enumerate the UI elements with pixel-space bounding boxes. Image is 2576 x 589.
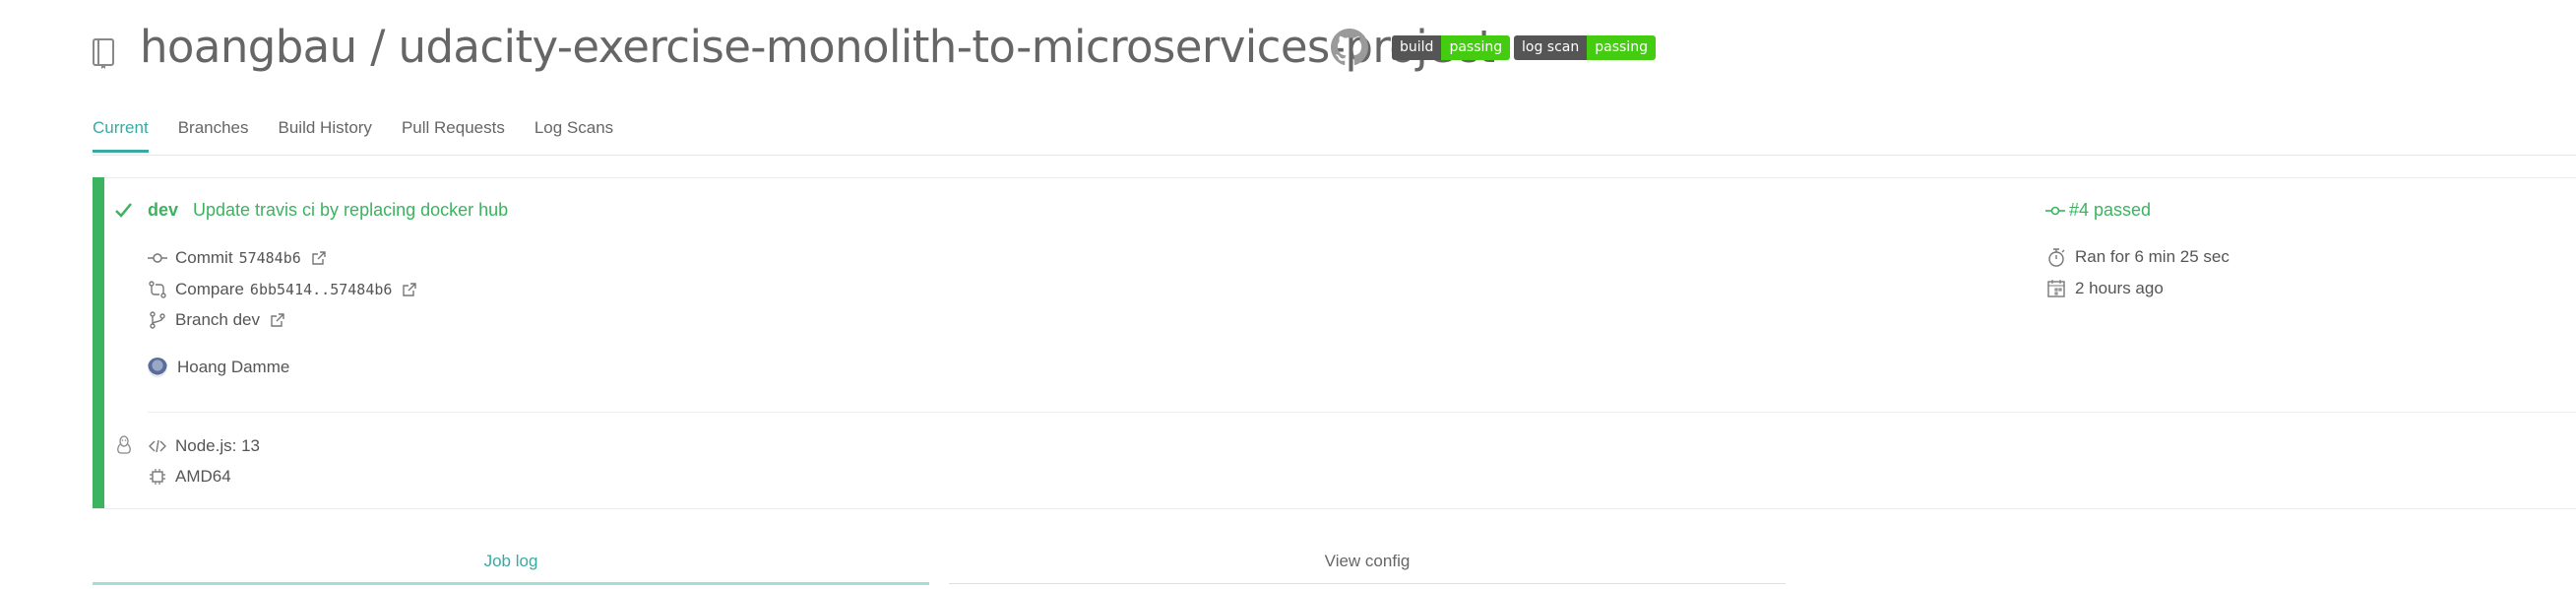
commit-row[interactable]: Commit 57484b6 <box>148 248 327 268</box>
check-icon <box>115 203 132 218</box>
calendar-icon <box>2047 280 2065 297</box>
tab-job-log[interactable]: Job log <box>93 552 929 571</box>
branch-icon <box>150 311 165 329</box>
repo-icon <box>93 38 114 69</box>
branch-row[interactable]: Branch dev <box>148 310 285 330</box>
tab-log-scans[interactable]: Log Scans <box>534 118 613 153</box>
tab-build-history[interactable]: Build History <box>279 118 372 153</box>
build-number[interactable]: #4 passed <box>2045 200 2151 221</box>
arch-label: AMD64 <box>175 467 231 486</box>
tab-branches[interactable]: Branches <box>178 118 249 153</box>
language-row: Node.js: 13 <box>148 436 260 456</box>
external-link-icon[interactable] <box>311 250 327 266</box>
badge-label: build <box>1392 35 1442 60</box>
build-status-badge[interactable]: build passing <box>1392 35 1511 60</box>
linux-icon <box>117 435 131 454</box>
code-icon <box>149 439 166 453</box>
build-number-label: #4 passed <box>2069 200 2152 220</box>
compare-range[interactable]: 6bb5414..57484b6 <box>250 281 393 298</box>
tab-current[interactable]: Current <box>93 118 149 153</box>
tab-view-config-underline <box>949 583 1786 584</box>
compare-label: Compare <box>175 280 244 298</box>
branch-label: Branch dev <box>175 310 260 329</box>
branch-name[interactable]: dev <box>148 200 178 221</box>
avatar <box>148 358 167 377</box>
tab-job-log-underline <box>93 582 929 585</box>
badge-value: passing <box>1587 35 1656 60</box>
status-bar <box>93 177 104 508</box>
finished-label: 2 hours ago <box>2075 279 2164 297</box>
commit-label: Commit <box>175 248 233 267</box>
duration-row: Ran for 6 min 25 sec <box>2045 246 2230 268</box>
duration-label: Ran for 6 min 25 sec <box>2075 247 2230 266</box>
build-card <box>93 177 2576 509</box>
badge-value: passing <box>1441 35 1511 60</box>
repo-title: hoangbau / udacity-exercise-monolith-to-… <box>140 21 1495 73</box>
language-label: Node.js: 13 <box>175 436 260 455</box>
external-link-icon[interactable] <box>402 282 417 297</box>
author-row: Hoang Damme <box>148 358 289 377</box>
tabs-divider <box>93 155 2576 156</box>
author-name: Hoang Damme <box>177 358 290 376</box>
commit-message: Update travis ci by replacing docker hub <box>193 200 509 220</box>
stopwatch-icon <box>2048 248 2065 267</box>
cpu-icon <box>150 469 165 485</box>
compare-icon <box>149 281 166 298</box>
badge-label: log scan <box>1514 35 1588 60</box>
arch-row: AMD64 <box>148 467 231 487</box>
external-link-icon[interactable] <box>270 312 285 328</box>
finished-row: 2 hours ago <box>2045 278 2164 299</box>
compare-row[interactable]: Compare 6bb5414..57484b6 <box>148 280 417 299</box>
commit-icon <box>2045 206 2065 215</box>
tab-pull-requests[interactable]: Pull Requests <box>402 118 505 153</box>
github-icon[interactable] <box>1331 29 1368 66</box>
repo-tabs: Current Branches Build History Pull Requ… <box>93 118 643 153</box>
commit-icon <box>148 253 167 263</box>
log-scan-badge[interactable]: log scan passing <box>1514 35 1656 60</box>
card-divider <box>148 412 2576 413</box>
tab-view-config[interactable]: View config <box>949 552 1786 571</box>
commit-sha[interactable]: 57484b6 <box>239 249 301 267</box>
